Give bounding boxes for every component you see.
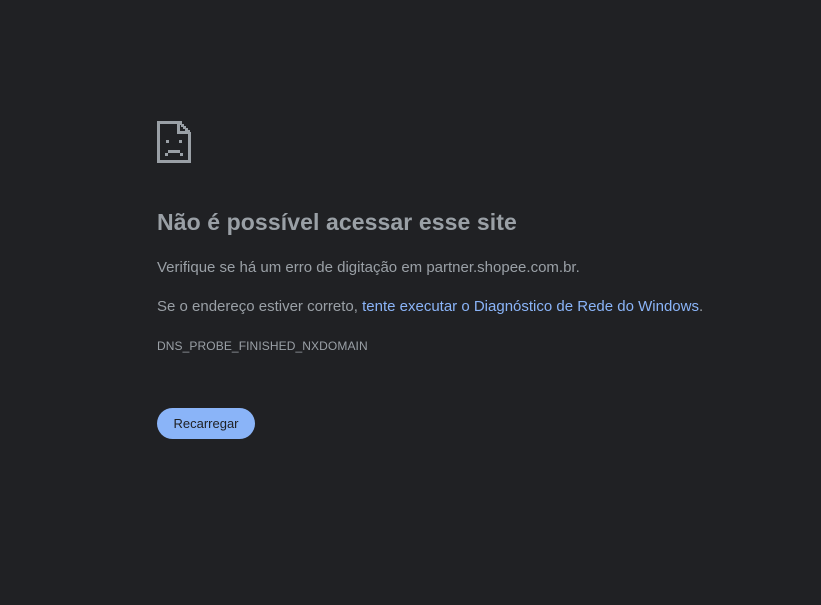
network-diagnostics-link[interactable]: tente executar o Diagnóstico de Rede do …: [362, 298, 699, 315]
sad-document-icon: [157, 121, 191, 163]
error-page: Não é possível acessar esse site Verifiq…: [0, 0, 821, 605]
reload-button[interactable]: Recarregar: [157, 408, 255, 439]
suggestion-message: Se o endereço estiver correto, tente exe…: [157, 298, 703, 315]
suggestion-prefix: Se o endereço estiver correto,: [157, 298, 363, 315]
suggestion-suffix: .: [698, 298, 704, 315]
error-code: DNS_PROBE_FINISHED_NXDOMAIN: [157, 339, 368, 353]
error-title: Não é possível acessar esse site: [157, 209, 517, 235]
typo-message: Verifique se há um erro de digitação em …: [157, 259, 580, 276]
